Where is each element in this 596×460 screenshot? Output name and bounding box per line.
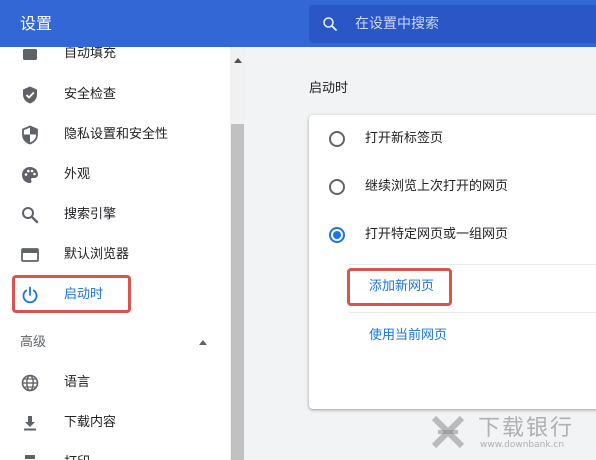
watermark-logo-icon (431, 415, 465, 449)
search-placeholder: 在设置中搜索 (355, 16, 439, 32)
scrollbar-thumb[interactable] (231, 124, 244, 460)
sidebar-item-appearance[interactable]: 外观 (0, 155, 230, 195)
watermark-url: www.downbank.cn (480, 440, 565, 450)
sidebar-item-label: 搜索引擎 (64, 207, 117, 222)
option-label: 继续浏览上次打开的网页 (365, 179, 509, 194)
main-content: 启动时 打开新标签页 继续浏览上次打开的网页 打开特定网页或一组网页 添加新网页… (245, 47, 596, 460)
sidebar-item-label: 打印 (64, 443, 90, 460)
sidebar-item-label: 安全检查 (64, 87, 117, 102)
sidebar-item-printing[interactable]: 打印 (0, 443, 230, 460)
startup-options-card: 打开新标签页 继续浏览上次打开的网页 打开特定网页或一组网页 添加新网页 使用当… (309, 115, 596, 409)
section-title: 启动时 (309, 81, 349, 96)
sidebar: 自动填充 安全检查 隐私设置和安全性 外观 搜索引擎 默认浏览器 启动时 高级 … (0, 47, 245, 460)
download-icon (24, 416, 36, 431)
radio-button-checked[interactable] (329, 227, 345, 243)
sidebar-item-label: 自动填充 (64, 47, 117, 61)
sidebar-item-label: 下载内容 (64, 415, 117, 430)
search-icon (323, 17, 337, 31)
sidebar-item-label: 启动时 (64, 287, 104, 302)
top-bar: 设置 在设置中搜索 (0, 0, 596, 47)
page-title: 设置 (20, 14, 53, 33)
shield-check-icon (23, 86, 37, 104)
sidebar-scrollbar[interactable] (230, 47, 245, 460)
option-label: 打开特定网页或一组网页 (365, 227, 509, 242)
scroll-up-arrow-icon[interactable] (234, 58, 242, 63)
caret-up-icon (199, 340, 207, 345)
autofill-icon (23, 49, 37, 60)
radio-button[interactable] (329, 179, 345, 195)
sidebar-advanced-toggle[interactable]: 高级 (0, 323, 230, 363)
startup-option-specific-pages[interactable]: 打开特定网页或一组网页 (309, 211, 596, 259)
add-new-page-link[interactable]: 添加新网页 (369, 277, 434, 297)
sidebar-item-label: 隐私设置和安全性 (64, 127, 169, 142)
sidebar-item-on-startup[interactable]: 启动时 (0, 275, 230, 315)
divider (349, 264, 596, 265)
sidebar-item-label: 外观 (64, 167, 91, 182)
printer-icon (25, 455, 35, 459)
sidebar-item-search-engine[interactable]: 搜索引擎 (0, 195, 230, 235)
power-icon (22, 286, 38, 304)
sidebar-item-privacy[interactable]: 隐私设置和安全性 (0, 115, 230, 155)
sidebar-item-label: 语言 (64, 375, 91, 390)
use-current-pages-link[interactable]: 使用当前网页 (369, 326, 447, 346)
sidebar-item-label: 默认浏览器 (64, 247, 130, 262)
sidebar-item-downloads[interactable]: 下载内容 (0, 403, 230, 443)
divider (349, 312, 596, 313)
sidebar-item-default-browser[interactable]: 默认浏览器 (0, 235, 230, 275)
startup-option-new-tab[interactable]: 打开新标签页 (309, 115, 596, 163)
sidebar-item-safety-check[interactable]: 安全检查 (0, 75, 230, 115)
radio-button[interactable] (329, 131, 345, 147)
watermark: 下载银行 www.downbank.cn (428, 410, 588, 456)
advanced-label: 高级 (20, 335, 47, 350)
startup-option-continue[interactable]: 继续浏览上次打开的网页 (309, 163, 596, 211)
option-label: 打开新标签页 (365, 131, 444, 146)
globe-icon (21, 374, 39, 392)
sidebar-item-autofill[interactable]: 自动填充 (0, 47, 230, 74)
search-icon (22, 207, 39, 224)
sidebar-item-languages[interactable]: 语言 (0, 363, 230, 403)
privacy-shield-icon (22, 125, 38, 145)
search-box[interactable]: 在设置中搜索 (309, 5, 596, 43)
palette-icon (22, 167, 38, 183)
browser-window-icon (21, 248, 39, 262)
watermark-text: 下载银行 (478, 416, 575, 441)
